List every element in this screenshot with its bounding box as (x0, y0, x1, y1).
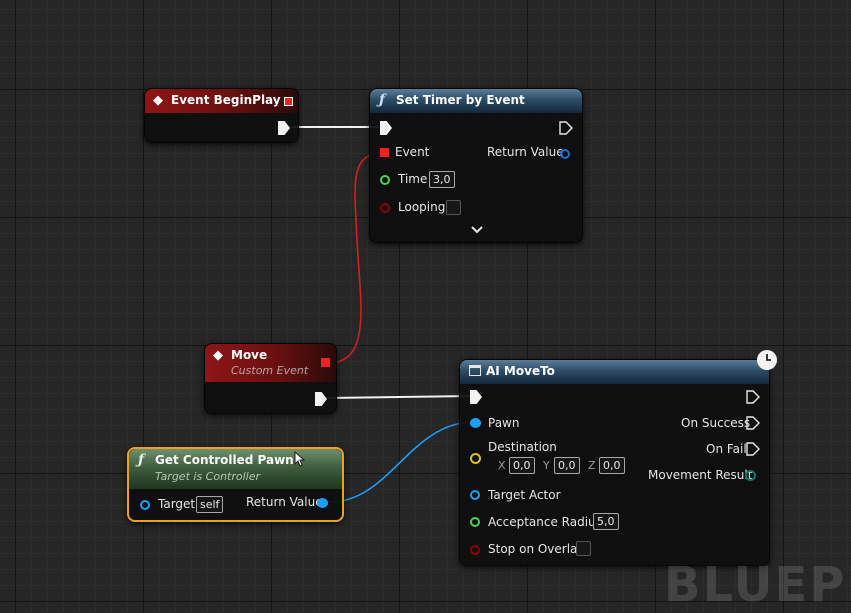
dest-y-input[interactable]: 0,0 (554, 457, 580, 474)
return-value-label: Return Value (246, 495, 323, 509)
stop-on-overlap-checkbox[interactable] (576, 541, 591, 556)
on-fail-exec-pin[interactable] (746, 442, 760, 456)
clock-icon (757, 350, 777, 370)
event-pin-label: Event (395, 145, 430, 159)
node-window-icon (469, 365, 481, 376)
dest-z-input[interactable]: 0,0 (599, 457, 625, 474)
node-title: Move (231, 348, 268, 362)
exec-output-pin[interactable] (559, 121, 573, 135)
acceptance-radius-input[interactable]: 5,0 (593, 513, 619, 530)
node-header: ◆ Event BeginPlay (145, 89, 298, 113)
target-pin-label: Target (158, 497, 196, 511)
get-controlled-pawn-node[interactable]: ƒ Get Controlled Pawn Target is Controll… (127, 447, 344, 522)
on-fail-label: On Fail (706, 442, 747, 456)
node-header: ƒ Get Controlled Pawn Target is Controll… (129, 449, 342, 489)
chevron-down-icon[interactable] (471, 226, 483, 234)
node-title: Set Timer by Event (396, 93, 525, 107)
looping-pin[interactable] (380, 203, 390, 213)
stop-on-overlap-pin[interactable] (470, 545, 480, 555)
exec-input-pin[interactable] (470, 390, 482, 404)
stop-on-overlap-label: Stop on Overlap (488, 542, 586, 556)
event-beginplay-node[interactable]: ◆ Event BeginPlay (144, 88, 299, 143)
node-title: Get Controlled Pawn (155, 453, 294, 467)
time-pin-label: Time (398, 172, 428, 186)
looping-pin-label: Looping (398, 200, 446, 214)
function-f-icon: ƒ (379, 92, 386, 108)
node-subtitle: Target is Controller (155, 470, 261, 483)
dest-y-label: Y (543, 459, 550, 472)
exec-output-pin[interactable] (315, 392, 327, 406)
exec-input-pin[interactable] (380, 121, 392, 135)
move-custom-event-node[interactable]: ◆ Move Custom Event (204, 343, 337, 414)
event-delegate-pin[interactable] (380, 148, 389, 157)
dest-z-label: Z (588, 459, 596, 472)
function-f-icon: ƒ (138, 452, 145, 468)
on-success-exec-pin[interactable] (746, 416, 760, 430)
node-title: Event BeginPlay (171, 93, 281, 107)
node-header: ƒ Set Timer by Event (370, 89, 582, 113)
ai-moveto-node[interactable]: AI MoveTo Pawn On Success Destination X … (459, 350, 777, 566)
event-diamond-icon: ◆ (153, 93, 163, 108)
dest-x-input[interactable]: 0,0 (509, 457, 535, 474)
return-value-pin[interactable] (560, 149, 570, 159)
on-success-label: On Success (681, 416, 751, 430)
return-value-label: Return Value (487, 145, 564, 159)
destination-pin-label: Destination (488, 440, 557, 454)
mouse-cursor-icon (294, 451, 306, 467)
looping-checkbox[interactable] (446, 200, 461, 215)
exec-output-pin[interactable] (746, 390, 760, 404)
delegate-output-pin[interactable] (284, 97, 293, 106)
target-actor-pin[interactable] (470, 490, 480, 500)
set-timer-by-event-node[interactable]: ƒ Set Timer by Event Event Return Value … (369, 88, 583, 243)
time-input[interactable]: 3,0 (429, 171, 455, 188)
exec-wire-move-to-aimoveto (326, 395, 473, 399)
node-header: AI MoveTo (460, 360, 769, 384)
node-subtitle: Custom Event (231, 364, 309, 377)
dest-x-label: X (498, 459, 506, 472)
blueprint-watermark: BLUEPR (664, 557, 851, 613)
node-header: ◆ Move Custom Event (205, 344, 336, 382)
pawn-pin[interactable] (470, 418, 481, 428)
exec-output-pin[interactable] (278, 121, 290, 135)
acceptance-radius-pin[interactable] (470, 517, 480, 527)
target-self-input[interactable]: self (196, 496, 224, 513)
target-actor-label: Target Actor (488, 488, 561, 502)
event-diamond-icon: ◆ (213, 348, 223, 363)
movement-result-label: Movement Result (648, 468, 753, 482)
movement-result-pin[interactable] (745, 470, 756, 481)
target-pin[interactable] (140, 500, 150, 510)
node-title: AI MoveTo (486, 364, 555, 378)
time-pin[interactable] (380, 175, 390, 185)
delegate-output-pin[interactable] (321, 358, 330, 367)
acceptance-radius-label: Acceptance Radius (488, 515, 602, 529)
pawn-pin-label: Pawn (488, 416, 520, 430)
destination-pin[interactable] (470, 453, 481, 464)
return-value-pin[interactable] (317, 498, 328, 508)
object-wire-pawn (329, 421, 475, 503)
